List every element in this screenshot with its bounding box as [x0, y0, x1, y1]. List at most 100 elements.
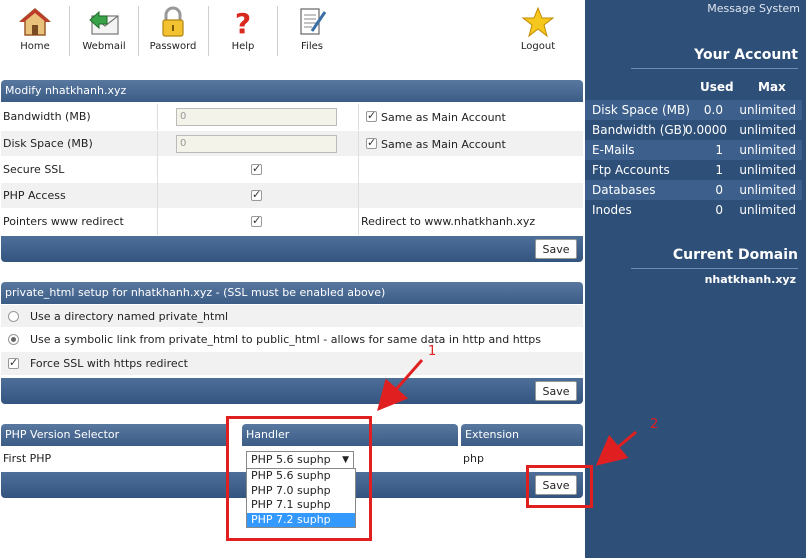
- svg-text:?: ?: [235, 7, 251, 38]
- star-icon: [521, 6, 555, 38]
- stat-label: E-Mails: [592, 143, 635, 157]
- modify-save-button[interactable]: Save: [535, 239, 577, 259]
- stat-label: Ftp Accounts: [592, 163, 670, 177]
- private-html-save-button[interactable]: Save: [535, 381, 577, 401]
- nav-webmail[interactable]: Webmail: [70, 0, 138, 60]
- stat-label: Disk Space (MB): [592, 103, 690, 117]
- force-ssl-checkbox[interactable]: [8, 356, 19, 369]
- divider: [157, 183, 158, 209]
- stat-used: 1: [715, 163, 723, 177]
- divider: [157, 131, 158, 157]
- question-mark-icon: ?: [235, 7, 251, 38]
- divider: [157, 157, 158, 183]
- used-column-header: Used: [700, 80, 734, 94]
- php-extension-value: php: [463, 452, 484, 465]
- stat-used: 0.0: [703, 103, 723, 117]
- stat-used: 0: [715, 183, 723, 197]
- disk-space-label: Disk Space (MB): [3, 137, 93, 150]
- lock-icon: [162, 6, 184, 37]
- nav-help-label: Help: [231, 41, 255, 52]
- bandwidth-input[interactable]: 0: [176, 108, 337, 126]
- bandwidth-same-checkbox[interactable]: [366, 109, 377, 122]
- account-sidebar: Message System Your Account Used Max Dis…: [585, 0, 806, 558]
- pointers-checkbox[interactable]: [251, 214, 262, 227]
- pointers-row: Pointers www redirect Redirect to www.nh…: [1, 209, 583, 235]
- secure-ssl-row: Secure SSL: [1, 157, 583, 183]
- private-html-header: private_html setup for nhatkhanh.xyz - (…: [1, 282, 583, 304]
- stat-max: unlimited: [739, 163, 796, 177]
- php-access-row: PHP Access: [1, 183, 583, 209]
- bandwidth-label: Bandwidth (MB): [3, 110, 91, 123]
- divider: [358, 157, 359, 183]
- secure-ssl-label: Secure SSL: [3, 163, 65, 176]
- modify-section-header: Modify nhatkhanh.xyz: [1, 80, 583, 102]
- nav-password-label: Password: [149, 41, 197, 52]
- php-version-column-header: PHP Version Selector: [1, 424, 229, 446]
- envelope-icon: [89, 10, 119, 35]
- nav-home[interactable]: Home: [1, 0, 69, 60]
- nav-webmail-label: Webmail: [82, 41, 126, 52]
- bandwidth-same-label: Same as Main Account: [381, 111, 506, 124]
- nav-logout-label: Logout: [520, 41, 556, 52]
- stats-row: Ftp Accounts 1 unlimited: [585, 160, 802, 180]
- stat-label: Bandwidth (GB): [592, 123, 687, 137]
- stats-row: Bandwidth (GB) 0.0000 unlimited: [585, 120, 802, 140]
- modify-footer: Save: [1, 236, 583, 262]
- bandwidth-row: Bandwidth (MB) 0 Same as Main Account: [1, 104, 583, 130]
- annotation-number: 2: [650, 417, 659, 432]
- stat-label: Inodes: [592, 203, 632, 217]
- private-dir-radio[interactable]: [8, 311, 19, 322]
- account-stats-table: Disk Space (MB) 0.0 unlimited Bandwidth …: [585, 100, 802, 220]
- divider: [631, 68, 798, 69]
- private-html-option-row: Use a directory named private_html: [1, 305, 583, 328]
- annotation-highlight-box: [226, 416, 372, 541]
- stats-row: Disk Space (MB) 0.0 unlimited: [585, 100, 802, 120]
- current-domain-heading: Current Domain: [672, 247, 798, 263]
- stats-row: E-Mails 1 unlimited: [585, 140, 802, 160]
- house-icon: [18, 8, 52, 36]
- annotation-number: 1: [428, 344, 437, 359]
- pointers-label: Pointers www redirect: [3, 215, 124, 228]
- secure-ssl-checkbox[interactable]: [251, 162, 262, 175]
- nav-password[interactable]: Password: [139, 0, 207, 60]
- stat-max: unlimited: [739, 123, 796, 137]
- php-access-checkbox[interactable]: [251, 188, 262, 201]
- stat-label: Databases: [592, 183, 656, 197]
- force-ssl-label: Force SSL with https redirect: [30, 357, 188, 370]
- pointers-redirect-note: Redirect to www.nhatkhanh.xyz: [361, 215, 536, 228]
- first-php-label: First PHP: [3, 452, 52, 465]
- nav-files-label: Files: [301, 41, 323, 52]
- max-column-header: Max: [758, 80, 786, 94]
- divider: [631, 268, 798, 269]
- stat-max: unlimited: [739, 103, 796, 117]
- extension-column-header: Extension: [461, 424, 583, 446]
- stat-used: 0: [715, 203, 723, 217]
- stat-max: unlimited: [739, 143, 796, 157]
- symlink-label: Use a symbolic link from private_html to…: [30, 333, 542, 346]
- divider: [358, 183, 359, 209]
- nav-help[interactable]: ? Help: [209, 0, 277, 60]
- stat-max: unlimited: [739, 203, 796, 217]
- private-html-option-row: Use a symbolic link from private_html to…: [1, 328, 583, 352]
- stat-used: 1: [715, 143, 723, 157]
- stats-row: Inodes 0 unlimited: [585, 200, 802, 220]
- nav-logout[interactable]: Logout: [504, 0, 572, 60]
- php-access-label: PHP Access: [3, 189, 66, 202]
- divider: [157, 209, 158, 235]
- disk-same-label: Same as Main Account: [381, 138, 506, 151]
- symlink-radio[interactable]: [8, 334, 19, 345]
- divider: [358, 104, 359, 130]
- current-domain-name: nhatkhanh.xyz: [704, 273, 796, 286]
- disk-space-row: Disk Space (MB) 0 Same as Main Account: [1, 131, 583, 157]
- document-pencil-icon: [300, 8, 327, 35]
- stats-row: Databases 0 unlimited: [585, 180, 802, 200]
- divider: [358, 131, 359, 157]
- disk-same-checkbox[interactable]: [366, 136, 377, 149]
- private-html-footer: Save: [1, 378, 583, 404]
- disk-space-input[interactable]: 0: [176, 135, 337, 153]
- nav-files[interactable]: Files: [278, 0, 346, 60]
- force-ssl-row: Force SSL with https redirect: [1, 352, 583, 376]
- private-dir-label: Use a directory named private_html: [30, 310, 229, 323]
- message-system-link[interactable]: Message System: [707, 2, 800, 15]
- stat-max: unlimited: [739, 183, 796, 197]
